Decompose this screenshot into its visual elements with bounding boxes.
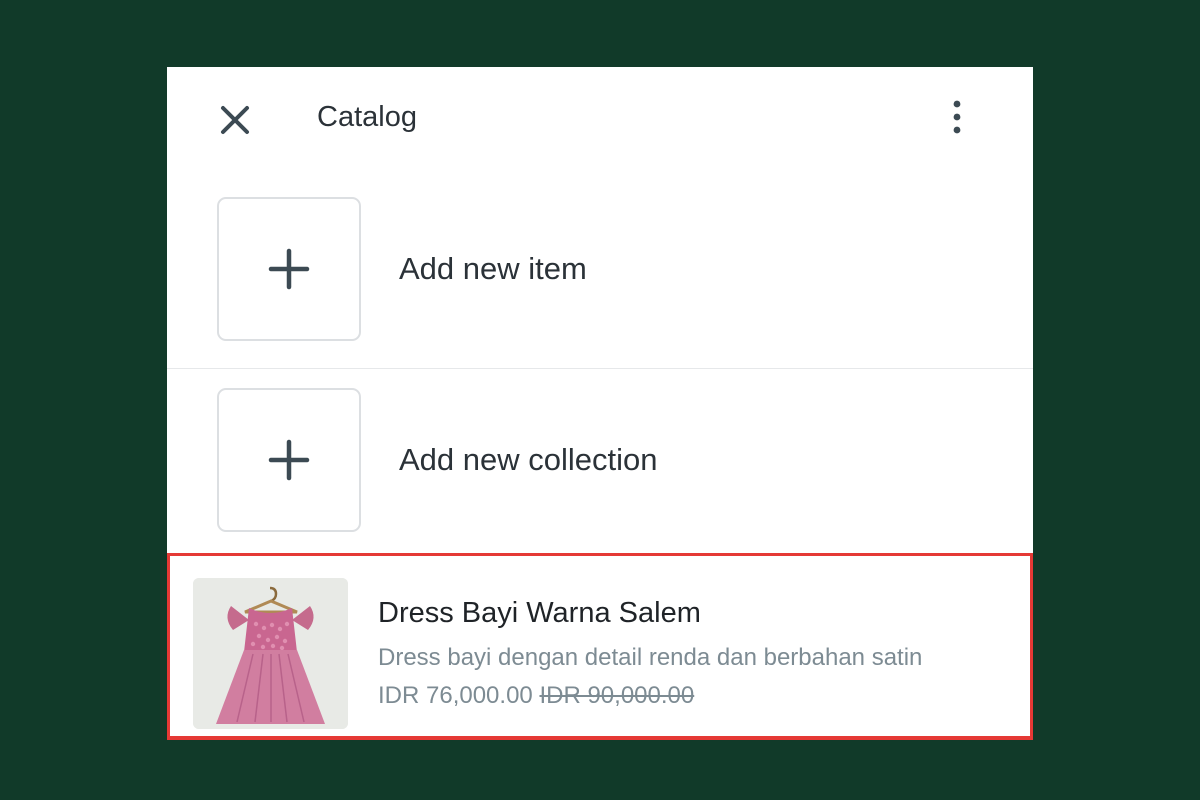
product-list-item[interactable]: Dress Bayi Warna Salem Dress bayi dengan… <box>167 553 1033 740</box>
add-new-collection-label: Add new collection <box>399 442 658 477</box>
plus-icon <box>268 439 310 481</box>
add-item-tile <box>217 197 361 341</box>
plus-icon <box>268 248 310 290</box>
add-new-collection-button[interactable]: Add new collection <box>167 368 1033 558</box>
add-collection-tile <box>217 388 361 532</box>
product-original-price: IDR 90,000.00 <box>539 682 695 709</box>
product-description: Dress bayi dengan detail renda dan berba… <box>378 644 923 671</box>
close-icon <box>221 106 249 134</box>
close-button[interactable] <box>215 100 255 140</box>
more-vertical-icon <box>953 100 961 134</box>
add-new-item-button[interactable]: Add new item <box>167 177 1033 367</box>
dress-image-icon <box>193 578 348 729</box>
catalog-header: Catalog <box>167 67 1033 171</box>
product-name: Dress Bayi Warna Salem <box>378 597 701 629</box>
more-options-button[interactable] <box>943 97 971 137</box>
product-price-row: IDR 76,000.00 IDR 90,000.00 <box>378 681 694 711</box>
product-price: IDR 76,000.00 <box>378 682 533 709</box>
page-title: Catalog <box>317 101 417 133</box>
add-new-item-label: Add new item <box>399 251 587 286</box>
product-thumbnail <box>193 578 348 729</box>
catalog-panel: Catalog Add new item Add new collection <box>167 67 1033 740</box>
